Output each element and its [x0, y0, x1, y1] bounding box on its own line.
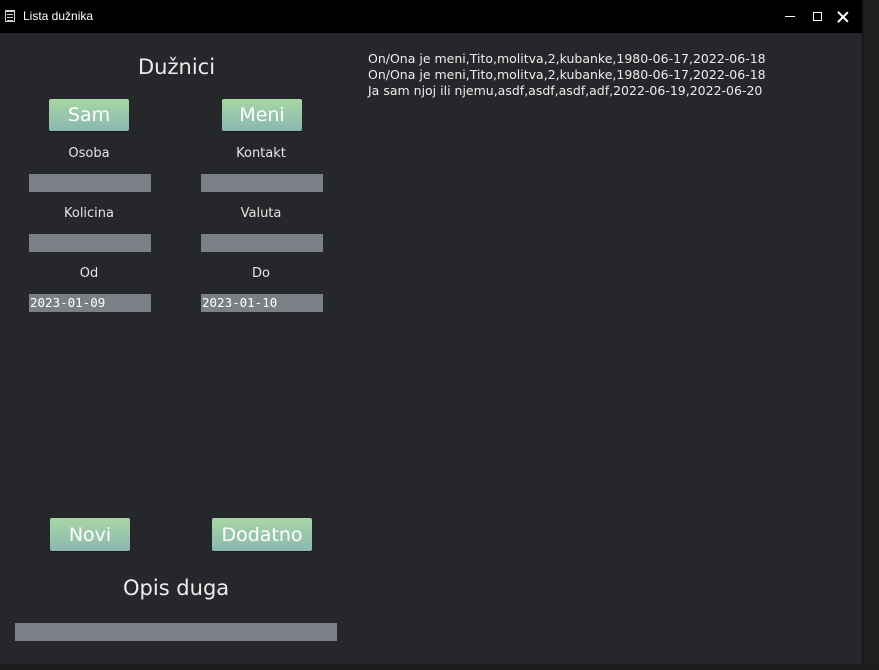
debt-list-output: On/Ona je meni,Tito,molitva,2,kubanke,19…	[368, 51, 766, 99]
do-label: Do	[252, 266, 270, 281]
minimize-button[interactable]	[776, 0, 804, 33]
valuta-input[interactable]	[201, 234, 323, 252]
dodatno-button[interactable]: Dodatno	[212, 518, 312, 551]
kontakt-label: Kontakt	[236, 146, 286, 161]
od-label: Od	[79, 266, 99, 281]
close-button[interactable]	[829, 0, 857, 33]
app-window: Lista dužnika Dužnici Sam Meni Osoba Kon…	[0, 0, 863, 664]
osoba-label: Osoba	[68, 146, 110, 161]
sam-button[interactable]: Sam	[49, 99, 129, 131]
do-date-input[interactable]	[201, 294, 323, 312]
valuta-label: Valuta	[240, 206, 282, 221]
kontakt-input[interactable]	[201, 174, 323, 192]
osoba-input[interactable]	[29, 174, 151, 192]
opis-duga-title: Opis duga	[123, 576, 230, 600]
maximize-icon	[812, 12, 822, 21]
list-item: On/Ona je meni,Tito,molitva,2,kubanke,19…	[368, 67, 766, 82]
minimize-icon	[785, 16, 795, 17]
list-item: On/Ona je meni,Tito,molitva,2,kubanke,19…	[368, 51, 766, 66]
od-date-input[interactable]	[29, 294, 151, 312]
kolicina-label: Kolicina	[63, 206, 115, 221]
kolicina-input[interactable]	[29, 234, 151, 252]
novi-button[interactable]: Novi	[50, 518, 130, 551]
background-window-edge	[864, 0, 879, 670]
opis-duga-input[interactable]	[15, 623, 337, 641]
window-title: Lista dužnika	[23, 9, 94, 23]
page-title: Dužnici	[138, 55, 216, 79]
list-item: Ja sam njoj ili njemu,asdf,asdf,asdf,adf…	[368, 83, 763, 98]
title-bar[interactable]: Lista dužnika	[0, 0, 862, 33]
close-icon	[837, 11, 849, 23]
clipboard-icon	[5, 10, 15, 22]
maximize-button[interactable]	[803, 0, 831, 33]
meni-button[interactable]: Meni	[222, 99, 302, 131]
background-bottom-edge	[0, 664, 879, 670]
